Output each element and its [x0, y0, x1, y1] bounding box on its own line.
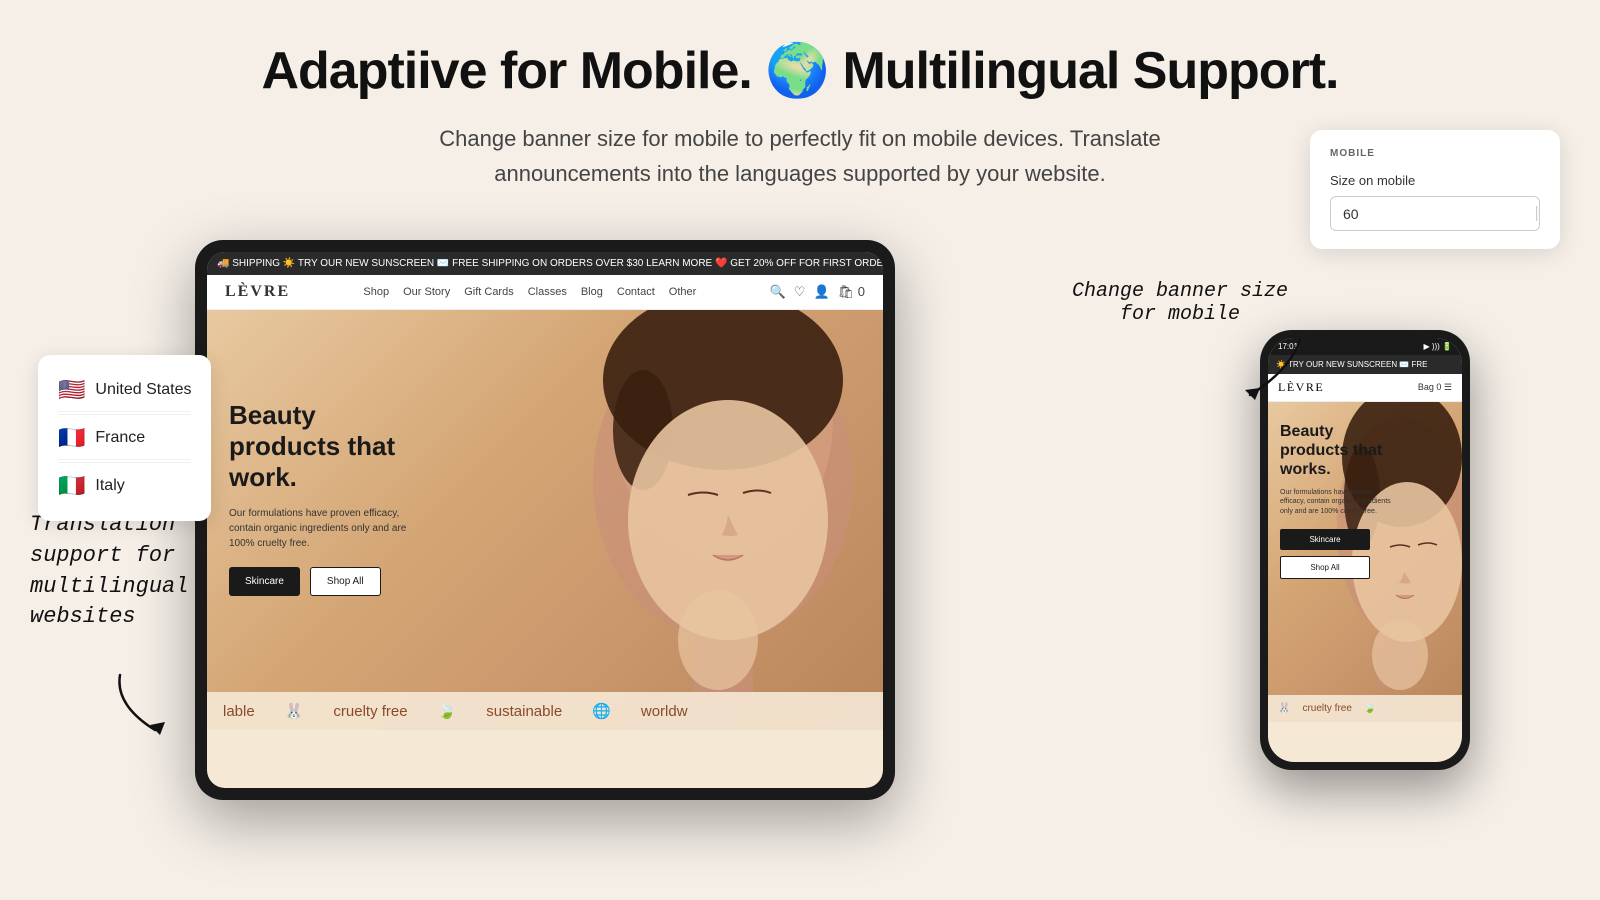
phone-hero-title: Beauty products that works.: [1280, 422, 1400, 480]
nav-classes[interactable]: Classes: [528, 286, 567, 298]
tablet-nav: LÈVRE Shop Our Story Gift Cards Classes …: [207, 275, 883, 310]
tablet-hero-desc: Our formulations have proven efficacy, c…: [229, 506, 429, 551]
nav-other[interactable]: Other: [669, 286, 697, 298]
tablet-mockup: 🚚 SHIPPING ☀️ TRY OUR NEW SUNSCREEN ✉️ F…: [195, 240, 895, 800]
tablet-skincare-button[interactable]: Skincare: [229, 567, 300, 596]
nav-gift-cards[interactable]: Gift Cards: [464, 286, 514, 298]
search-icon[interactable]: 🔍: [770, 284, 786, 300]
tablet-frame: 🚚 SHIPPING ☀️ TRY OUR NEW SUNSCREEN ✉️ F…: [195, 240, 895, 800]
tablet-ticker: lable 🐰 cruelty free 🍃 sustainable 🌐 wor…: [207, 692, 883, 730]
account-icon[interactable]: 👤: [813, 284, 829, 300]
ticker-item-3: sustainable: [486, 703, 562, 720]
tablet-nav-links: Shop Our Story Gift Cards Classes Blog C…: [363, 286, 696, 298]
ticker-icon-2: 🍃: [438, 702, 457, 720]
us-label: United States: [95, 381, 191, 399]
phone-hero-desc: Our formulations have proven efficacy, c…: [1280, 488, 1395, 517]
tablet-logo: LÈVRE: [225, 283, 290, 301]
sub-heading: Change banner size for mobile to perfect…: [410, 121, 1190, 191]
us-flag: 🇺🇸: [58, 377, 85, 403]
tablet-screen: 🚚 SHIPPING ☀️ TRY OUR NEW SUNSCREEN ✉️ F…: [207, 252, 883, 788]
mobile-size-input[interactable]: [1331, 198, 1536, 230]
tablet-hero: Beauty products that work. Our formulati…: [207, 310, 883, 730]
mobile-size-input-row: % ▲ ▼: [1330, 196, 1540, 231]
translation-label: Translation support for multilingual web…: [30, 510, 210, 633]
nav-blog[interactable]: Blog: [581, 286, 603, 298]
phone-status-icons: ▶ ))) 🔋: [1423, 342, 1452, 351]
ticker-icon-3: 🌐: [592, 702, 611, 720]
bag-icon[interactable]: 🛍 0: [838, 284, 865, 300]
ticker-item-2: cruelty free: [333, 703, 407, 720]
ticker-icon-1: 🐰: [285, 702, 304, 720]
banner-size-arrow: [1210, 330, 1310, 415]
nav-our-story[interactable]: Our Story: [403, 286, 450, 298]
tablet-announcement-bar: 🚚 SHIPPING ☀️ TRY OUR NEW SUNSCREEN ✉️ F…: [207, 252, 883, 275]
tablet-nav-icons: 🔍 ♡ 👤 🛍 0: [770, 284, 865, 300]
phone-shop-all-button[interactable]: Shop All: [1280, 556, 1370, 579]
it-label: Italy: [95, 477, 124, 495]
language-item-us[interactable]: 🇺🇸 United States: [58, 369, 191, 412]
ticker-item-4: worldw: [641, 703, 688, 720]
tablet-hero-title: Beauty products that work.: [229, 400, 429, 494]
mobile-settings-section-label: MOBILE: [1330, 148, 1540, 159]
language-item-fr[interactable]: 🇫🇷 France: [58, 417, 191, 460]
phone-ticker-leaf: 🍃: [1364, 703, 1376, 714]
banner-size-label: Change banner size for mobile: [1070, 280, 1290, 326]
phone-skincare-button[interactable]: Skincare: [1280, 529, 1370, 550]
ticker-item-1: lable: [223, 703, 255, 720]
phone-ticker-text: cruelty free: [1302, 703, 1351, 714]
nav-shop[interactable]: Shop: [363, 286, 389, 298]
mobile-settings-panel: MOBILE Size on mobile % ▲ ▼: [1310, 130, 1560, 249]
mobile-size-field-label: Size on mobile: [1330, 173, 1540, 188]
tablet-hero-text: Beauty products that work. Our formulati…: [229, 400, 429, 596]
phone-btn-group: Skincare Shop All: [1280, 529, 1400, 579]
phone-bag[interactable]: Bag 0 ☰: [1418, 382, 1452, 393]
nav-contact[interactable]: Contact: [617, 286, 655, 298]
tablet-announcement-text: 🚚 SHIPPING ☀️ TRY OUR NEW SUNSCREEN ✉️ F…: [217, 258, 883, 269]
phone-ticker: 🐰 cruelty free 🍃: [1268, 695, 1462, 722]
phone-hero-text: Beauty products that works. Our formulat…: [1280, 422, 1400, 579]
mobile-size-unit: %: [1536, 206, 1540, 221]
tablet-btn-group: Skincare Shop All: [229, 567, 429, 596]
it-flag: 🇮🇹: [58, 473, 85, 499]
page-wrapper: Adaptiive for Mobile. 🌍 Multilingual Sup…: [0, 0, 1600, 900]
wishlist-icon[interactable]: ♡: [794, 284, 806, 300]
phone-hero: Beauty products that works. Our formulat…: [1268, 402, 1462, 722]
language-selector[interactable]: 🇺🇸 United States 🇫🇷 France 🇮🇹 Italy: [38, 355, 211, 521]
tablet-hero-face: [543, 310, 863, 730]
main-heading: Adaptiive for Mobile. 🌍 Multilingual Sup…: [261, 40, 1338, 101]
fr-label: France: [95, 429, 145, 447]
tablet-shop-all-button[interactable]: Shop All: [310, 567, 381, 596]
phone-ticker-icon: 🐰: [1278, 703, 1290, 714]
fr-flag: 🇫🇷: [58, 425, 85, 451]
translation-arrow: [110, 670, 190, 745]
language-item-it[interactable]: 🇮🇹 Italy: [58, 465, 191, 507]
